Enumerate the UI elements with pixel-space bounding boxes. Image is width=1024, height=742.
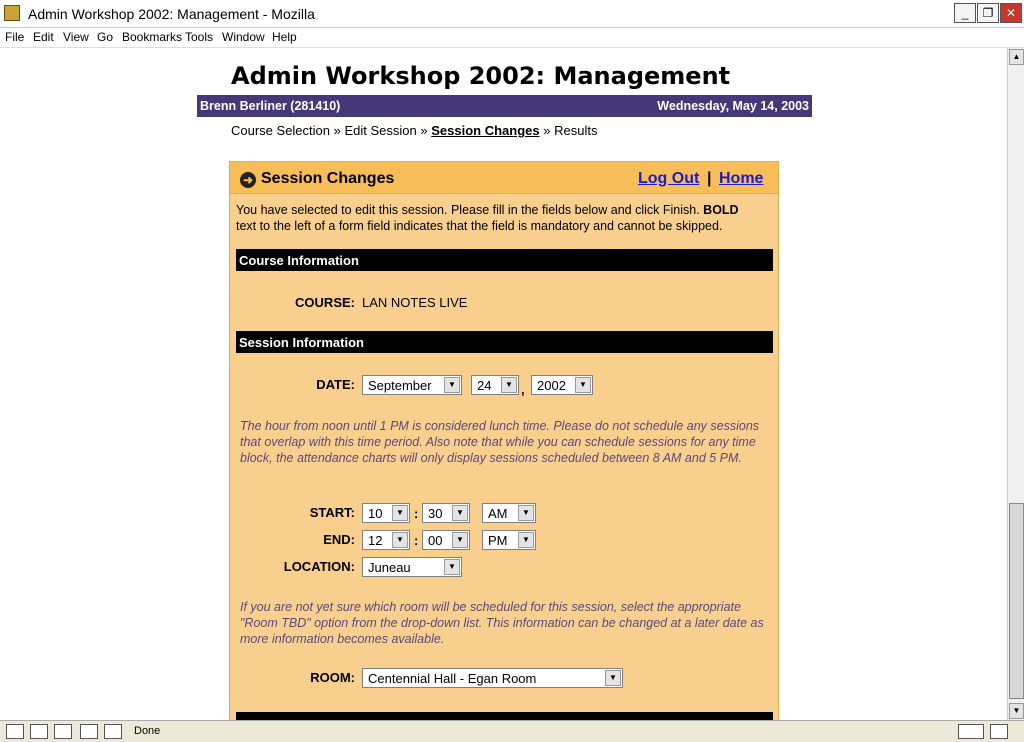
breadcrumb: Course Selection » Edit Session » Sessio… — [231, 123, 597, 138]
menu-edit[interactable]: Edit — [33, 30, 54, 44]
start-minute-select[interactable]: 30 ▼ — [422, 503, 470, 523]
scroll-up-icon[interactable]: ▲ — [1009, 49, 1024, 65]
breadcrumb-edit-session: Edit Session — [344, 123, 417, 138]
composer-icon[interactable] — [80, 724, 98, 739]
chevron-down-icon: ▼ — [452, 532, 468, 548]
course-information-header: Course Information — [236, 249, 773, 271]
breadcrumb-results: Results — [554, 123, 598, 138]
close-button[interactable]: ✕ — [1000, 3, 1022, 23]
start-hour-select[interactable]: 10 ▼ — [362, 503, 410, 523]
time-colon: : — [414, 506, 419, 521]
chevron-down-icon: ▼ — [605, 670, 621, 686]
lock-icon — [990, 724, 1008, 739]
intro-text: You have selected to edit this session. … — [236, 203, 739, 233]
chevron-down-icon: ▼ — [392, 532, 408, 548]
chevron-down-icon: ▼ — [501, 377, 517, 393]
breadcrumb-session-changes: Session Changes — [431, 123, 540, 138]
addressbook-icon[interactable] — [104, 724, 122, 739]
room-label: ROOM: — [310, 670, 355, 685]
mozilla-app-icon — [4, 5, 20, 21]
location-select[interactable]: Juneau ▼ — [362, 557, 462, 577]
status-bar: Done — [0, 720, 1024, 742]
breadcrumb-separator: » — [333, 123, 341, 138]
location-label: LOCATION: — [283, 559, 355, 574]
chevron-down-icon: ▼ — [518, 505, 534, 521]
maximize-button[interactable]: ❐ — [977, 3, 999, 23]
scrollbar-thumb[interactable] — [1009, 503, 1024, 699]
panel-title: Session Changes — [261, 170, 395, 187]
course-value: LAN NOTES LIVE — [362, 295, 468, 310]
room-select[interactable]: Centennial Hall - Egan Room ▼ — [362, 668, 623, 688]
breadcrumb-course-selection: Course Selection — [231, 123, 330, 138]
user-name: Brenn Berliner (281410) — [200, 99, 341, 113]
chevron-down-icon: ▼ — [575, 377, 591, 393]
time-colon: : — [414, 533, 419, 548]
window-title: Admin Workshop 2002: Management - Mozill… — [28, 6, 315, 22]
date-label: DATE: — [316, 377, 355, 392]
menu-tools[interactable]: Tools — [185, 30, 213, 44]
panel-header: ➜ Session Changes Log Out | Home — [230, 162, 778, 194]
vertical-scrollbar[interactable]: ▲ ▼ — [1007, 48, 1024, 720]
breadcrumb-separator: » — [420, 123, 428, 138]
mail-icon[interactable] — [30, 724, 48, 739]
end-minute-select[interactable]: 00 ▼ — [422, 530, 470, 550]
minimize-button[interactable]: _ — [954, 3, 976, 23]
logout-link[interactable]: Log Out — [638, 170, 699, 188]
home-link[interactable]: Home — [719, 170, 763, 188]
chevron-down-icon: ▼ — [518, 532, 534, 548]
page-viewport: Admin Workshop 2002: Management Brenn Be… — [0, 48, 1007, 720]
menu-help[interactable]: Help — [272, 30, 297, 44]
scroll-down-icon[interactable]: ▼ — [1009, 703, 1024, 719]
chat-icon[interactable] — [54, 724, 72, 739]
lunch-time-note: The hour from noon until 1 PM is conside… — [240, 419, 760, 465]
end-hour-select[interactable]: 12 ▼ — [362, 530, 410, 550]
arrow-circle-icon: ➜ — [240, 172, 256, 188]
end-label: END: — [323, 532, 355, 547]
room-tbd-note: If you are not yet sure which room will … — [240, 600, 764, 646]
chevron-down-icon: ▼ — [392, 505, 408, 521]
chevron-down-icon: ▼ — [452, 505, 468, 521]
current-date: Wednesday, May 14, 2003 — [657, 99, 809, 113]
menu-go[interactable]: Go — [97, 30, 113, 44]
connection-icon — [958, 724, 984, 739]
session-changes-panel: ➜ Session Changes Log Out | Home You hav… — [229, 161, 779, 720]
date-month-select[interactable]: September ▼ — [362, 375, 462, 395]
window-titlebar: Admin Workshop 2002: Management - Mozill… — [0, 0, 1024, 28]
navigator-icon[interactable] — [6, 724, 24, 739]
menu-window[interactable]: Window — [222, 30, 265, 44]
next-section-header — [236, 712, 773, 720]
link-separator: | — [707, 170, 712, 187]
date-day-select[interactable]: 24 ▼ — [471, 375, 519, 395]
user-bar: Brenn Berliner (281410) Wednesday, May 1… — [197, 95, 812, 117]
chevron-down-icon: ▼ — [444, 377, 460, 393]
start-label: START: — [309, 505, 355, 520]
date-comma: , — [521, 382, 525, 397]
date-year-select[interactable]: 2002 ▼ — [531, 375, 593, 395]
breadcrumb-separator: » — [543, 123, 551, 138]
menu-bookmarks[interactable]: Bookmarks — [122, 30, 182, 44]
status-text: Done — [134, 725, 161, 737]
start-ampm-select[interactable]: AM ▼ — [482, 503, 536, 523]
session-information-header: Session Information — [236, 331, 773, 353]
chevron-down-icon: ▼ — [444, 559, 460, 575]
end-ampm-select[interactable]: PM ▼ — [482, 530, 536, 550]
course-label: COURSE: — [295, 295, 355, 310]
menu-view[interactable]: View — [63, 30, 89, 44]
page-title: Admin Workshop 2002: Management — [231, 62, 731, 90]
menu-bar: File Edit View Go Bookmarks Tools Window… — [0, 28, 1024, 48]
menu-file[interactable]: File — [5, 30, 24, 44]
